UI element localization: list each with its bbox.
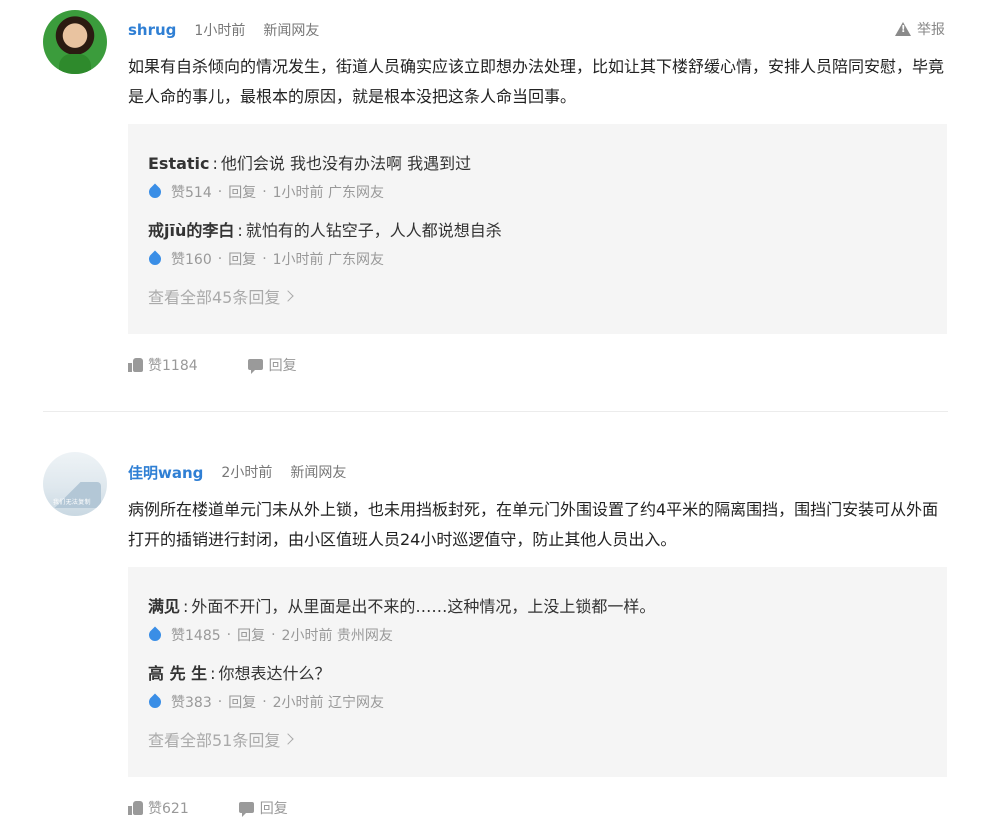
comment-card: shrug 1小时前 新闻网友 举报 如果有自杀倾向的情况发生，街道人员确实应该… — [0, 0, 1000, 411]
report-label: 举报 — [917, 22, 945, 38]
reply-reply-button[interactable]: 回复 — [228, 249, 256, 269]
reply-meta: 赞1485 · 回复 · 2小时前 贵州网友 — [146, 625, 393, 645]
reply-label: 回复 — [259, 801, 288, 817]
like-button[interactable]: 赞621 — [128, 798, 189, 818]
reply-reply-button[interactable]: 回复 — [228, 692, 256, 712]
username[interactable]: shrug — [128, 21, 176, 39]
comment-text: 病例所在楼道单元门未从外上锁，也未用挡板封死，在单元门外围设置了约4平米的隔离围… — [128, 500, 939, 549]
reply-likes[interactable]: 赞383 — [171, 692, 212, 712]
view-all-replies-link[interactable]: 查看全部45条回复 — [148, 284, 295, 308]
reply-item: Estatic: 他们会说 我也没有办法啊 我遇到过 — [148, 154, 472, 173]
reply-location: 贵州网友 — [336, 628, 393, 644]
reply-likes[interactable]: 赞1485 — [171, 625, 221, 645]
view-all-label: 查看全部45条回复 — [148, 288, 281, 307]
comment-time: 1小时前 — [194, 23, 246, 39]
reply-time: 1小时前 — [272, 185, 324, 201]
like-drop-icon[interactable] — [146, 693, 164, 711]
like-count: 赞1184 — [148, 358, 198, 374]
comment-bubble-icon — [238, 801, 254, 817]
reply-text: 就怕有的人钻空子，人人都说想自杀 — [245, 221, 502, 240]
reply-reply-button[interactable]: 回复 — [228, 182, 256, 202]
comment-text: 如果有自杀倾向的情况发生，街道人员确实应该立即想办法处理，比如让其下楼舒缓心情，… — [128, 57, 945, 106]
reply-label: 回复 — [268, 358, 297, 374]
view-all-label: 查看全部51条回复 — [148, 731, 281, 750]
reply-time: 2小时前 — [281, 628, 333, 644]
reply-item: 戒jīù的李白: 就怕有的人钻空子，人人都说想自杀 — [148, 221, 502, 240]
like-drop-icon[interactable] — [146, 626, 164, 644]
reply-button[interactable]: 回复 — [247, 355, 297, 375]
replies-box: 满见: 外面不开门，从里面是出不来的……这种情况，上没上锁都一样。 赞1485 ·… — [128, 567, 947, 777]
reply-item: 高 先 生: 你想表达什么？ — [148, 664, 331, 683]
reply-reply-button[interactable]: 回复 — [237, 625, 265, 645]
reply-username[interactable]: 满见 — [148, 597, 180, 616]
reply-time: 1小时前 — [272, 252, 324, 268]
view-all-replies-link[interactable]: 查看全部51条回复 — [148, 727, 295, 751]
comment-actions: 赞1184 回复 — [128, 355, 347, 375]
reply-meta: 赞514 · 回复 · 1小时前 广东网友 — [146, 182, 385, 202]
reply-likes[interactable]: 赞514 — [171, 182, 212, 202]
replies-box: Estatic: 他们会说 我也没有办法啊 我遇到过 赞514 · 回复 · 1小… — [128, 124, 947, 334]
comment-meta: 佳明wang 2小时前 新闻网友 — [128, 462, 346, 482]
reply-location: 广东网友 — [328, 185, 385, 201]
reply-username[interactable]: 高 先 生 — [148, 664, 207, 683]
reply-time: 2小时前 — [272, 695, 324, 711]
reply-username[interactable]: Estatic — [148, 154, 210, 173]
reply-text: 你想表达什么？ — [218, 664, 331, 683]
reply-item: 满见: 外面不开门，从里面是出不来的……这种情况，上没上锁都一样。 — [148, 597, 656, 616]
like-count: 赞621 — [148, 801, 189, 817]
warning-icon — [895, 22, 911, 36]
like-button[interactable]: 赞1184 — [128, 355, 198, 375]
comment-card: 我们无法复制 佳明wang 2小时前 新闻网友 病例所在楼道单元门未从外上锁，也… — [0, 412, 1000, 834]
username[interactable]: 佳明wang — [128, 462, 203, 483]
thumbs-up-icon — [128, 358, 144, 372]
comment-meta: shrug 1小时前 新闻网友 — [128, 20, 319, 40]
comment-source: 新闻网友 — [263, 23, 320, 39]
thumbs-up-icon — [128, 801, 144, 815]
reply-username[interactable]: 戒jīù的李白 — [148, 221, 234, 240]
avatar[interactable]: 我们无法复制 — [43, 452, 107, 516]
chevron-right-icon — [282, 290, 295, 302]
avatar[interactable] — [43, 10, 107, 74]
like-drop-icon[interactable] — [146, 183, 164, 201]
reply-button[interactable]: 回复 — [238, 798, 288, 818]
chevron-right-icon — [282, 733, 295, 745]
reply-likes[interactable]: 赞160 — [171, 249, 212, 269]
reply-text: 他们会说 我也没有办法啊 我遇到过 — [220, 154, 472, 173]
reply-location: 辽宁网友 — [328, 695, 385, 711]
comment-bubble-icon — [247, 358, 263, 374]
comment-source: 新闻网友 — [290, 465, 347, 481]
reply-location: 广东网友 — [328, 252, 385, 268]
like-drop-icon[interactable] — [146, 250, 164, 268]
reply-text: 外面不开门，从里面是出不来的……这种情况，上没上锁都一样。 — [191, 597, 656, 616]
report-button[interactable]: 举报 — [895, 19, 945, 39]
comment-actions: 赞621 回复 — [128, 798, 338, 818]
reply-meta: 赞383 · 回复 · 2小时前 辽宁网友 — [146, 692, 385, 712]
reply-meta: 赞160 · 回复 · 1小时前 广东网友 — [146, 249, 385, 269]
comment-time: 2小时前 — [221, 465, 273, 481]
avatar-caption: 我们无法复制 — [53, 499, 91, 506]
